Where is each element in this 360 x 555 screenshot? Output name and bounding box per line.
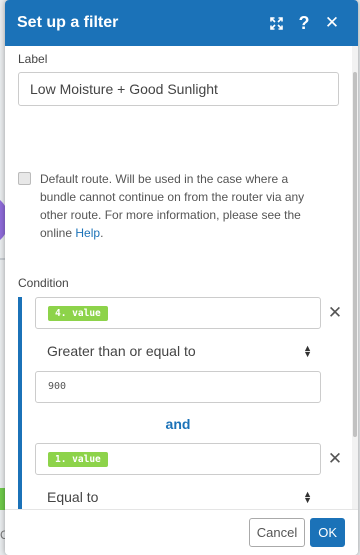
and-joiner[interactable]: and [35,405,321,443]
label-field-label: Label [18,52,48,66]
default-route-text: Default route. Will be used in the case … [40,172,305,240]
help-icon[interactable]: ? [290,9,318,37]
cancel-button[interactable]: Cancel [248,518,306,547]
label-input[interactable]: Low Moisture + Good Sunlight [18,72,339,106]
operand-field[interactable]: 1. value [35,443,321,475]
expand-icon[interactable] [262,9,290,37]
sort-arrows-icon: ▲ ▼ [303,489,312,505]
remove-condition-icon[interactable]: ✕ [324,303,346,323]
sort-arrows-icon: ▲ ▼ [303,343,312,359]
help-link[interactable]: Help [75,226,100,240]
dialog-title: Set up a filter [17,14,119,31]
dialog-body: Label Low Moisture + Good Sunlight Defau… [5,46,358,509]
filter-dialog: Set up a filter ? ✕ Label Low Moisture +… [5,0,358,555]
operator-select[interactable]: Equal to ▲ ▼ [35,481,321,509]
remove-condition-icon[interactable]: ✕ [324,449,346,469]
dialog-header: Set up a filter ? ✕ [5,0,358,46]
variable-pill[interactable]: 1. value [48,451,108,467]
ok-button[interactable]: OK [310,518,345,547]
condition-row: 4. value ✕ Greater than or equal to ▲ ▼ 9… [35,297,346,403]
default-route-row: Default route. Will be used in the case … [18,170,346,242]
value-field[interactable]: 900 [35,371,321,403]
operator-select[interactable]: Greater than or equal to ▲ ▼ [35,335,321,367]
condition-group: 4. value ✕ Greater than or equal to ▲ ▼ 9… [18,297,346,509]
condition-label: Condition [18,276,69,290]
default-route-checkbox[interactable] [18,172,31,185]
condition-row: 1. value ✕ Equal to ▲▼ 1 [35,443,346,509]
dialog-footer: Cancel OK [5,509,358,555]
operand-field[interactable]: 4. value [35,297,321,329]
close-icon[interactable]: ✕ [318,9,346,37]
variable-pill[interactable]: 4. value [48,305,108,321]
